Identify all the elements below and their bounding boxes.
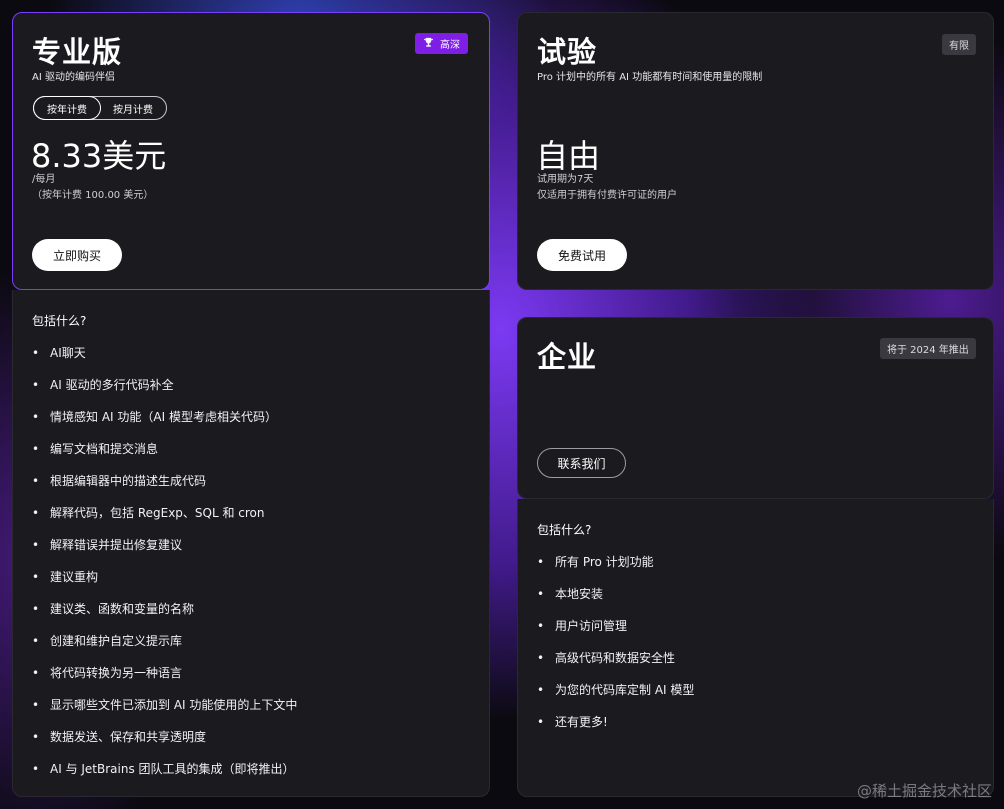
pro-features-heading: 包括什么? bbox=[32, 314, 87, 328]
pro-plan-title: 专业版 bbox=[32, 35, 123, 69]
trial-badge: 有限 bbox=[942, 34, 976, 55]
list-item: • 解释代码，包括 RegExp、SQL 和 cron bbox=[32, 506, 265, 520]
pro-yearly-note: （按年计费 100.00 美元） bbox=[32, 190, 154, 201]
list-item: • AI 与 JetBrains 团队工具的集成（即将推出） bbox=[32, 762, 295, 776]
list-item: • 创建和维护自定义提示库 bbox=[32, 634, 183, 648]
contact-us-button[interactable]: 联系我们 bbox=[537, 448, 626, 478]
billing-monthly-option[interactable]: 按月计费 bbox=[100, 97, 166, 119]
pro-features-list: • AI聊天 • AI 驱动的多行代码补全 • 情境感知 AI 功能（AI 模型考虑相… bbox=[32, 345, 297, 793]
list-item: • 为您的代码库定制 AI 模型 bbox=[537, 683, 695, 697]
enterprise-features-list: • 所有 Pro 计划功能 • 本地安装 • 用户访问管理 • 高级代码和数据安全性 •… bbox=[537, 554, 694, 746]
list-item: • 显示哪些文件已添加到 AI 功能使用的上下文中 bbox=[32, 698, 298, 712]
list-item: • 根据编辑器中的描述生成代码 bbox=[32, 474, 207, 488]
free-trial-button[interactable]: 免费试用 bbox=[537, 239, 627, 271]
list-item: • AI 驱动的多行代码补全 bbox=[32, 378, 174, 392]
trophy-icon bbox=[423, 37, 434, 51]
list-item: • 将代码转换为另一种语言 bbox=[32, 666, 183, 680]
watermark: @稀土掘金技术社区 bbox=[856, 782, 992, 800]
enterprise-badge: 将于 2024 年推出 bbox=[880, 338, 976, 359]
pro-features-panel: 包括什么? • AI聊天 • AI 驱动的多行代码补全 • 情境感知 AI 功能（AI… bbox=[12, 290, 490, 797]
trial-plan-subtitle: Pro 计划中的所有 AI 功能都有时间和使用量的限制 bbox=[537, 72, 763, 83]
buy-now-button[interactable]: 立即购买 bbox=[32, 239, 122, 271]
list-item: • 编写文档和提交消息 bbox=[32, 442, 159, 456]
list-item: • 解释错误并提出修复建议 bbox=[32, 538, 183, 552]
list-item: • 高级代码和数据安全性 bbox=[537, 651, 676, 665]
list-item: • AI聊天 bbox=[32, 346, 86, 360]
enterprise-plan-card: 企业 将于 2024 年推出 联系我们 bbox=[517, 317, 994, 499]
pro-plan-subtitle: AI 驱动的编码伴侣 bbox=[32, 72, 115, 83]
list-item: • 用户访问管理 bbox=[537, 619, 628, 633]
trial-plan-title: 试验 bbox=[537, 35, 598, 69]
enterprise-plan-title: 企业 bbox=[537, 340, 598, 374]
pro-plan-card: 专业版 AI 驱动的编码伴侣 高深 按年计费 按月计费 8.33美元 /每月 （… bbox=[12, 12, 490, 290]
trial-period: 试用期为7天 bbox=[537, 174, 594, 185]
trial-plan-card: 试验 有限 Pro 计划中的所有 AI 功能都有时间和使用量的限制 自由 试用期… bbox=[517, 12, 994, 290]
list-item: • 所有 Pro 计划功能 bbox=[537, 555, 654, 569]
list-item: • 建议类、函数和变量的名称 bbox=[32, 602, 195, 616]
list-item: • 还有更多! bbox=[537, 715, 608, 729]
enterprise-features-heading: 包括什么? bbox=[537, 523, 592, 537]
billing-toggle[interactable]: 按年计费 按月计费 bbox=[33, 96, 167, 120]
list-item: • 建议重构 bbox=[32, 570, 99, 584]
billing-yearly-option[interactable]: 按年计费 bbox=[33, 96, 101, 120]
list-item: • 数据发送、保存和共享透明度 bbox=[32, 730, 207, 744]
trial-note: 仅适用于拥有付费许可证的用户 bbox=[537, 190, 677, 201]
enterprise-features-panel: 包括什么? • 所有 Pro 计划功能 • 本地安装 • 用户访问管理 • 高级代码和数… bbox=[517, 499, 994, 797]
list-item: • 情境感知 AI 功能（AI 模型考虑相关代码） bbox=[32, 410, 277, 424]
pro-badge-label: 高深 bbox=[440, 40, 460, 51]
pro-badge: 高深 bbox=[415, 33, 468, 54]
list-item: • 本地安装 bbox=[537, 587, 604, 601]
pro-per-month: /每月 bbox=[32, 174, 56, 185]
